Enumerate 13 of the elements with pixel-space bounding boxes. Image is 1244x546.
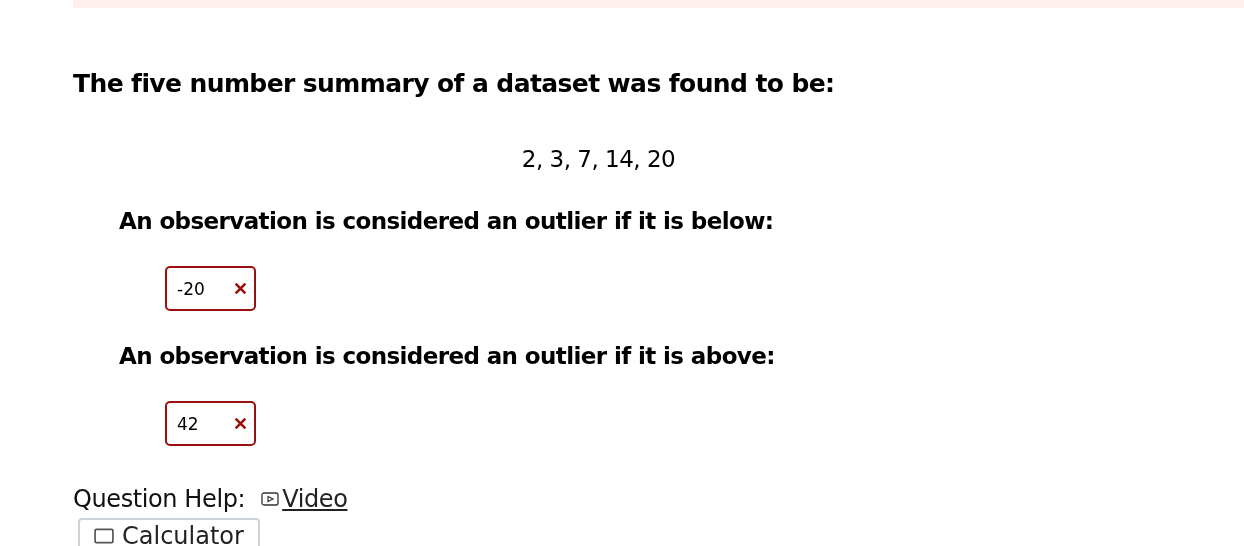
answer-field[interactable]: 42 — [165, 401, 256, 446]
question-text: The five number summary of a dataset was found to be: — [73, 68, 836, 100]
play-icon — [261, 491, 280, 507]
help-label: Question Help: — [73, 484, 246, 515]
answer-field[interactable]: -20 — [165, 266, 256, 311]
video-link[interactable]: Video — [261, 482, 348, 516]
calculator-button[interactable]: Calculator — [78, 518, 260, 546]
cross-icon — [234, 282, 247, 295]
question-text: An observation is considered an outlier if it is above: — [119, 342, 776, 371]
summary-values: 2, 3, 7, 14, 20 — [520, 145, 677, 174]
cross-icon — [234, 417, 247, 430]
question-text: An observation is considered an outlier if it is below: — [119, 207, 775, 236]
calculator-icon — [94, 527, 114, 545]
